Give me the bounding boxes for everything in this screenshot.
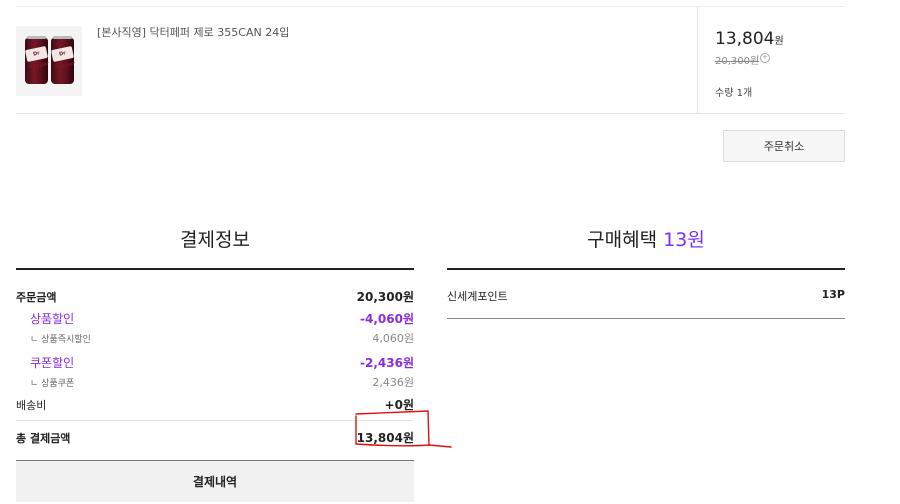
coupon-discount-row: 쿠폰할인 -2,436원 (16, 354, 414, 371)
quantity-label: 수량 1개 (715, 88, 753, 99)
product-discount-row: 상품할인 -4,060원 (16, 310, 414, 327)
product-coupon-value: 2,436원 (372, 376, 414, 389)
product-discount-value: -4,060원 (360, 312, 414, 326)
product-name[interactable]: [본사직영] 닥터페퍼 제로 355CAN 24입 (97, 24, 289, 40)
shipping-row: 배송비 +0원 (16, 396, 414, 413)
shipping-label: 배송비 (16, 398, 47, 412)
order-amount-label: 주문금액 (16, 290, 57, 304)
order-amount-row: 주문금액 20,300원 (16, 288, 414, 305)
product-coupon-label: ㄴ 상품쿠폰 (30, 378, 75, 389)
total-label: 총 결제금액 (16, 431, 71, 445)
point-value: 13P (821, 288, 845, 301)
purchase-benefit-title: 구매혜택 13원 (587, 229, 705, 251)
product-discount-label: 상품할인 (30, 312, 75, 326)
order-amount-value: 20,300원 (356, 290, 414, 304)
product-coupon-row: ㄴ 상품쿠폰 2,436원 (16, 374, 414, 390)
total-divider (16, 420, 414, 421)
price-column: 13,804원 20,300원 + 수량 1개 (697, 7, 845, 113)
shipping-value: +0원 (384, 398, 414, 412)
total-value: 13,804원 (356, 431, 414, 445)
can-image: Dr Pepper (24, 36, 49, 84)
benefit-amount: 13원 (663, 229, 705, 251)
payment-info-table: 주문금액 20,300원 상품할인 -4,060원 ㄴ 상품즉시할인 4,060… (16, 268, 414, 445)
instant-discount-value: 4,060원 (372, 332, 414, 345)
point-row: 신세계포인트 13P (447, 288, 845, 304)
point-label: 신세계포인트 (447, 290, 508, 303)
instant-discount-label: ㄴ 상품즉시할인 (30, 334, 91, 345)
instant-discount-row: ㄴ 상품즉시할인 4,060원 (16, 330, 414, 346)
product-thumbnail[interactable]: Dr Pepper Dr Pepper (16, 26, 82, 96)
coupon-discount-label: 쿠폰할인 (30, 356, 75, 370)
coupon-discount-value: -2,436원 (360, 356, 414, 370)
sale-price: 13,804원 (715, 29, 784, 49)
original-price: 20,300원 (715, 56, 760, 67)
payment-info-title: 결제정보 (180, 229, 250, 251)
order-product-row: Dr Pepper Dr Pepper [본사직영] 닥터페퍼 제로 355CA… (16, 6, 845, 114)
payment-history-button[interactable]: 결제내역 (16, 460, 414, 502)
total-row: 총 결제금액 13,804원 (16, 429, 414, 446)
benefit-table: 신세계포인트 13P (447, 268, 845, 319)
can-image: Dr Pepper (50, 36, 75, 84)
price-info-icon[interactable]: + (760, 53, 770, 63)
cancel-order-button[interactable]: 주문취소 (723, 130, 845, 162)
